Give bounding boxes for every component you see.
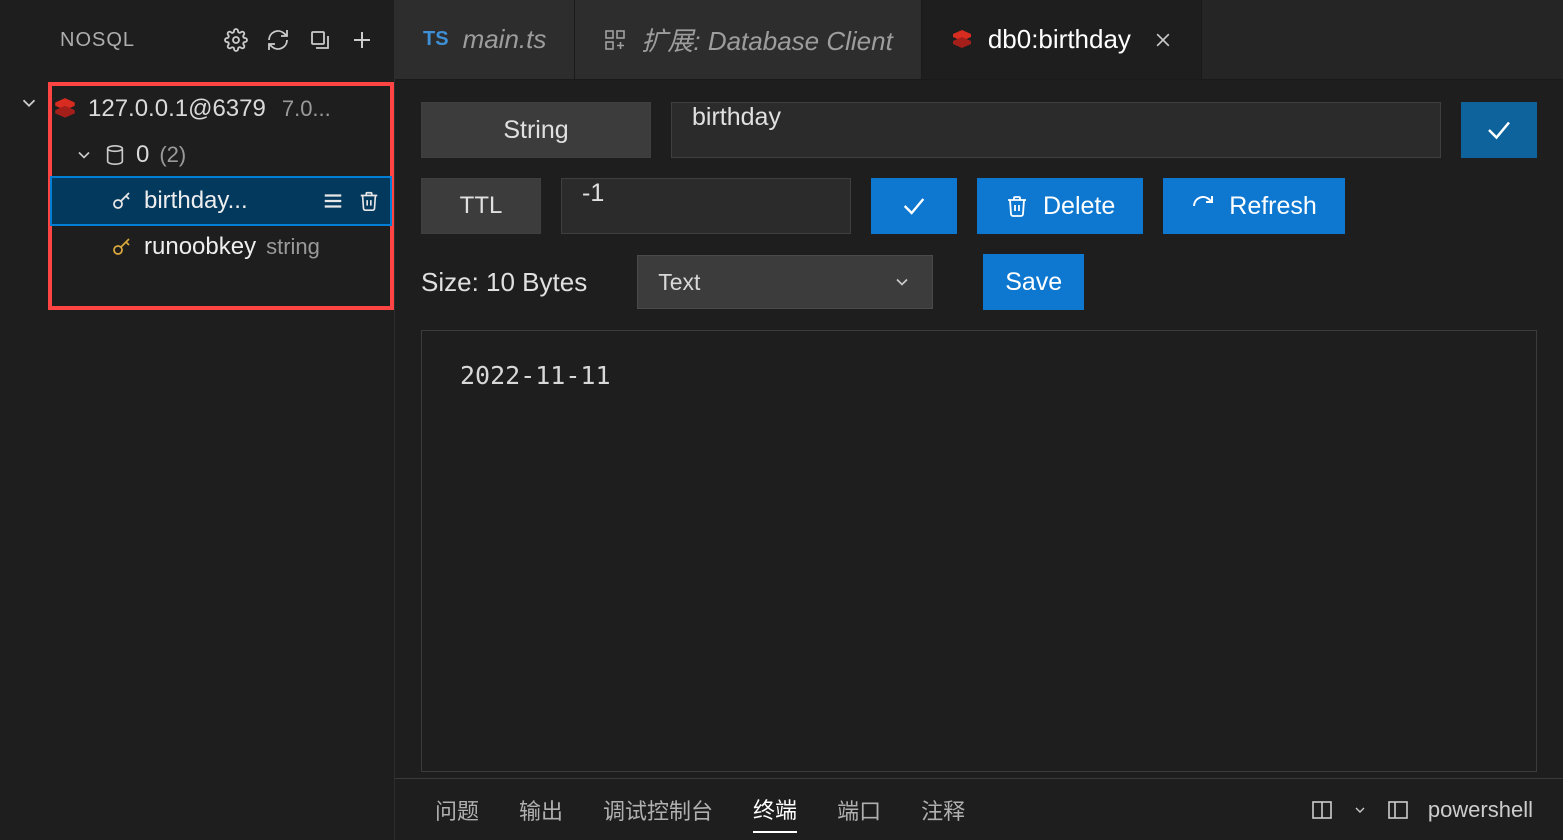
database-row[interactable]: 0 (2) [52,132,390,178]
ts-icon: TS [423,28,449,51]
format-dropdown[interactable]: Text [637,255,933,309]
format-value: Text [658,269,700,296]
key-name-input[interactable]: birthday [671,102,1441,158]
ttl-label: TTL [421,178,541,234]
gear-icon[interactable] [224,28,248,52]
tab-label: 扩展: Database Client [641,21,892,58]
delete-icon[interactable] [358,190,380,212]
chevron-down-icon[interactable] [1352,802,1368,818]
collapse-icon[interactable] [308,28,332,52]
chevron-down-icon [74,145,94,165]
tab-label: main.ts [463,24,547,55]
redis-icon [52,96,78,122]
confirm-name-button[interactable] [1461,102,1537,158]
redis-icon [950,28,974,52]
panel-tab-ports[interactable]: 端口 [837,788,881,832]
sidebar-panel: NOSQL [0,0,395,840]
ttl-input[interactable]: -1 [561,178,851,234]
key-row-birthday[interactable]: birthday... [52,178,390,224]
panel-tab-debug[interactable]: 调试控制台 [603,788,713,832]
panel-tab-comments[interactable]: 注释 [921,788,965,832]
refresh-icon[interactable] [266,28,290,52]
value-editor[interactable]: 2022-11-11 [421,330,1537,772]
connection-row[interactable]: 127.0.0.1@6379 7.0... [52,86,390,132]
highlighted-region: 127.0.0.1@6379 7.0... 0 (2) [48,82,394,310]
terminal-panel-tabs: 问题 输出 调试控制台 终端 端口 注释 powershell [395,778,1563,840]
key-label: birthday... [144,187,248,215]
save-label: Save [1005,268,1062,297]
key-label: runoobkey [144,233,256,261]
split-icon[interactable] [1310,798,1334,822]
panel-tab-output[interactable]: 输出 [519,788,563,832]
tab-db-birthday[interactable]: db0:birthday [922,0,1202,79]
save-button[interactable]: Save [983,254,1084,310]
value-text: 2022-11-11 [460,361,611,390]
extension-icon [603,28,627,52]
chevron-down-icon[interactable] [18,92,40,114]
panel-icon[interactable] [1386,798,1410,822]
confirm-ttl-button[interactable] [871,178,957,234]
key-icon [110,235,134,259]
panel-tab-problems[interactable]: 问题 [435,788,479,832]
tab-extension[interactable]: 扩展: Database Client [575,0,921,79]
shell-name[interactable]: powershell [1428,797,1533,823]
close-icon[interactable] [1153,30,1173,50]
tab-label: db0:birthday [988,24,1131,55]
delete-label: Delete [1043,192,1115,221]
delete-button[interactable]: Delete [977,178,1143,234]
connection-label: 127.0.0.1@6379 [88,95,266,123]
editor-tabs: TS main.ts 扩展: Database Client db0:birth… [395,0,1563,80]
database-count: (2) [159,142,186,168]
size-label: Size: 10 Bytes [421,267,587,298]
key-type-display: String [421,102,651,158]
tab-main-ts[interactable]: TS main.ts [395,0,575,79]
chevron-down-icon [892,272,912,292]
add-icon[interactable] [350,28,374,52]
key-type: string [266,234,320,260]
panel-tab-terminal[interactable]: 终端 [753,787,797,833]
connection-version: 7.0... [282,96,331,122]
refresh-button[interactable]: Refresh [1163,178,1345,234]
database-icon [104,144,126,166]
database-label: 0 [136,141,149,169]
sidebar-title: NOSQL [60,29,135,52]
key-icon [110,189,134,213]
list-icon[interactable] [322,190,344,212]
key-row-runoobkey[interactable]: runoobkey string [52,224,390,270]
refresh-label: Refresh [1229,192,1317,221]
